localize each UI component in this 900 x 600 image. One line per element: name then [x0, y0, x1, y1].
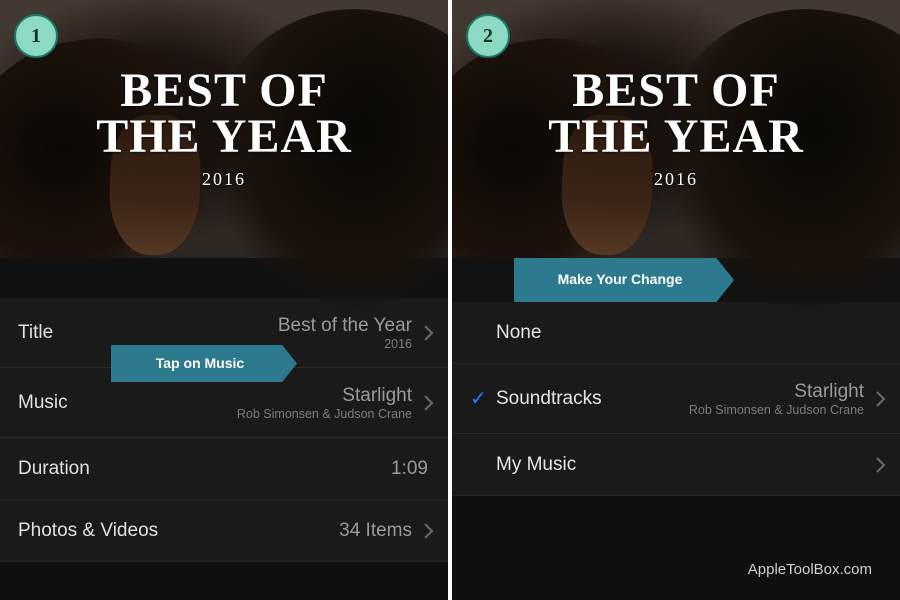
step-badge-2: 2	[466, 14, 510, 58]
row-photos-label: Photos & Videos	[18, 520, 158, 542]
step-badge-1: 1	[14, 14, 58, 58]
chevron-right-icon	[424, 523, 434, 539]
chevron-right-icon	[876, 391, 886, 407]
panel-fill	[452, 496, 900, 600]
hero-title: BEST OF THE YEAR	[96, 68, 352, 159]
row-duration[interactable]: Duration 1:09	[0, 438, 448, 500]
watermark: AppleToolBox.com	[748, 561, 872, 578]
hero-title-line2: THE YEAR	[96, 110, 352, 163]
hero-title: BEST OF THE YEAR	[548, 68, 804, 159]
option-my-music[interactable]: My Music	[452, 434, 900, 496]
panel-step-2: 2 BEST OF THE YEAR 2016 Make Your Change…	[452, 0, 900, 600]
chevron-right-icon	[424, 325, 434, 341]
hero-year: 2016	[202, 169, 246, 190]
memory-hero: BEST OF THE YEAR 2016	[0, 0, 448, 258]
callout-make-your-change: Make Your Change	[514, 258, 734, 302]
row-photos-videos[interactable]: Photos & Videos 34 Items	[0, 500, 448, 562]
music-options-list: None ✓ Soundtracks Starlight Rob Simonse…	[452, 302, 900, 496]
option-none-label: None	[496, 322, 541, 344]
row-duration-value: 1:09	[90, 458, 434, 480]
row-title-label: Title	[18, 322, 53, 344]
hero-title-line2: THE YEAR	[548, 110, 804, 163]
option-soundtracks[interactable]: ✓ Soundtracks Starlight Rob Simonsen & J…	[452, 364, 900, 434]
panel-step-1: 1 BEST OF THE YEAR 2016 Title Best of th…	[0, 0, 448, 600]
callout-tap-on-music: Tap on Music	[111, 345, 297, 382]
settings-list: Title Best of the Year 2016 Music Starli…	[0, 298, 448, 562]
option-soundtracks-value-main: Starlight	[794, 381, 864, 402]
hero-year: 2016	[654, 169, 698, 190]
row-photos-value: 34 Items	[158, 520, 418, 542]
memory-hero: BEST OF THE YEAR 2016	[452, 0, 900, 258]
row-title-value-main: Best of the Year	[278, 315, 412, 336]
chevron-right-icon	[876, 457, 886, 473]
row-duration-label: Duration	[18, 458, 90, 480]
row-music-value-main: Starlight	[342, 385, 412, 406]
chevron-right-icon	[424, 395, 434, 411]
option-soundtracks-label: Soundtracks	[496, 388, 602, 410]
checkmark-icon: ✓	[470, 386, 496, 411]
option-mymusic-label: My Music	[496, 454, 576, 476]
row-music-value: Starlight Rob Simonsen & Judson Crane	[68, 385, 418, 421]
option-soundtracks-value: Starlight Rob Simonsen & Judson Crane	[602, 381, 870, 417]
row-music-value-sub: Rob Simonsen & Judson Crane	[68, 407, 412, 421]
option-none[interactable]: None	[452, 302, 900, 364]
row-music-label: Music	[18, 392, 68, 414]
option-soundtracks-value-sub: Rob Simonsen & Judson Crane	[602, 403, 864, 417]
